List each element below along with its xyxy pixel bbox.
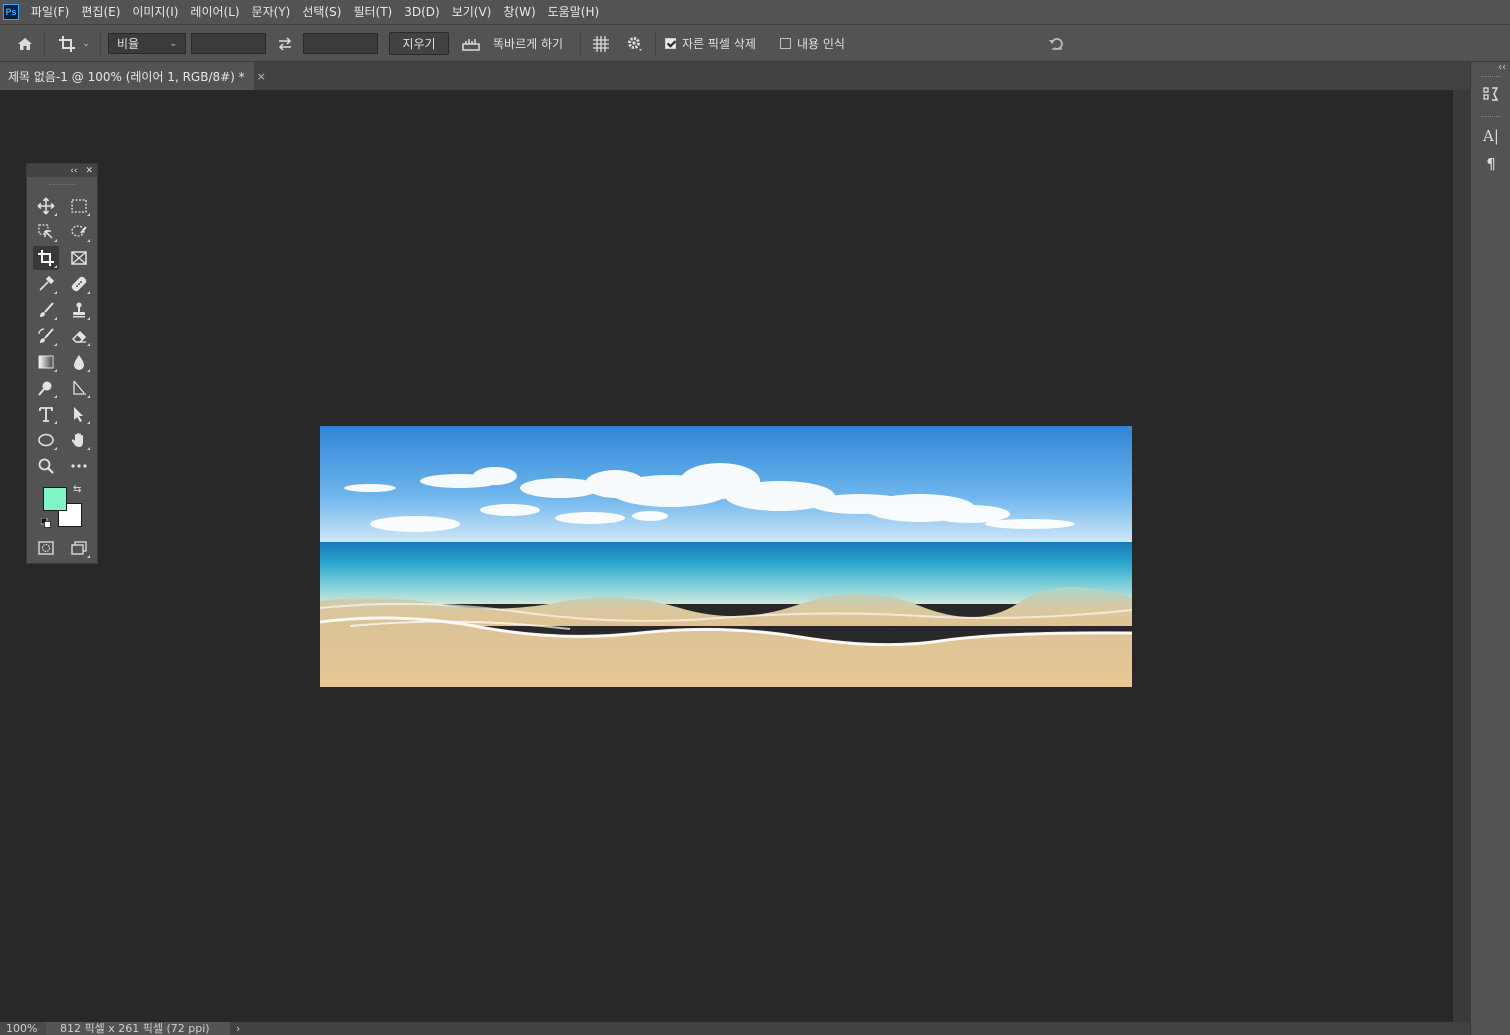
history-brush-tool-icon[interactable] (33, 324, 59, 348)
height-input[interactable] (303, 33, 378, 54)
hand-tool-icon[interactable] (66, 428, 92, 452)
status-bar: 100% 812 픽셀 x 261 픽셀 (72 ppi) › (0, 1022, 1470, 1035)
lasso-tool-icon[interactable] (66, 220, 92, 244)
photoshop-logo-icon: Ps (3, 4, 19, 20)
delete-cropped-pixels-label: 자른 픽셀 삭제 (682, 37, 756, 51)
content-aware-label: 내용 인식 (797, 37, 845, 51)
menu-window[interactable]: 창(W) (497, 0, 541, 24)
blur-tool-icon[interactable] (66, 350, 92, 374)
menu-help[interactable]: 도움말(H) (542, 0, 606, 24)
vertical-scrollbar[interactable] (1453, 90, 1470, 1022)
brush-tool-icon[interactable] (33, 298, 59, 322)
eyedropper-tool-icon[interactable] (33, 272, 59, 296)
collapse-tools-icon[interactable]: ‹‹ (70, 166, 77, 176)
more-tools-icon[interactable] (66, 454, 92, 478)
separator (44, 33, 45, 55)
ellipse-tool-icon[interactable] (33, 428, 59, 452)
menu-3d[interactable]: 3D(D) (398, 0, 445, 24)
panel-grip[interactable] (1481, 76, 1501, 79)
document-tab[interactable]: 제목 없음-1 @ 100% (레이어 1, RGB/8#) * × (0, 62, 266, 90)
path-selection-tool-icon[interactable] (66, 402, 92, 426)
checkbox-checked-icon[interactable] (665, 38, 676, 49)
chevron-right-icon[interactable]: › (230, 1022, 240, 1035)
eraser-tool-icon[interactable] (66, 324, 92, 348)
menu-layer[interactable]: 레이어(L) (184, 0, 245, 24)
close-icon[interactable]: × (257, 70, 266, 83)
delete-cropped-pixels-checkbox[interactable]: 자른 픽셀 삭제 (665, 25, 756, 62)
menu-bar: Ps 파일(F) 편집(E) 이미지(I) 레이어(L) 문자(Y) 선택(S)… (0, 0, 1510, 24)
pen-tool-icon[interactable] (66, 376, 92, 400)
clear-button[interactable]: 지우기 (389, 32, 449, 55)
menu-filter[interactable]: 필터(T) (347, 0, 398, 24)
chevron-down-icon: ⌄ (82, 38, 90, 49)
document-tab-bar: 제목 없음-1 @ 100% (레이어 1, RGB/8#) * × (0, 62, 1470, 90)
default-colors-icon[interactable] (40, 517, 51, 528)
checkbox-unchecked-icon[interactable] (780, 38, 791, 49)
width-input[interactable] (191, 33, 266, 54)
straighten-icon[interactable] (460, 25, 482, 62)
zoom-level[interactable]: 100% (0, 1022, 46, 1035)
menu-image[interactable]: 이미지(I) (126, 0, 184, 24)
gear-icon[interactable] (623, 25, 647, 62)
chevron-down-icon: ⌄ (169, 38, 177, 49)
foreground-color-swatch[interactable] (43, 487, 67, 511)
collapse-panels-icon[interactable]: ‹‹ (1498, 62, 1506, 73)
history-panel-icon[interactable] (1481, 84, 1501, 104)
tools-grip[interactable] (49, 179, 75, 185)
paragraph-panel-icon[interactable]: ¶ (1481, 154, 1501, 174)
type-tool-icon[interactable] (33, 402, 59, 426)
crop-tool-preset-icon[interactable]: ⌄ (54, 25, 94, 62)
separator (580, 33, 581, 55)
gradient-tool-icon[interactable] (33, 350, 59, 374)
swap-dimensions-icon[interactable] (272, 25, 298, 62)
menu-view[interactable]: 보기(V) (446, 0, 498, 24)
right-panel-dock: ‹‹ A| ¶ (1470, 62, 1510, 1035)
menu-edit[interactable]: 편집(E) (75, 0, 126, 24)
rectangular-marquee-tool-icon[interactable] (66, 194, 92, 218)
straighten-label[interactable]: 똑바르게 하기 (493, 25, 563, 62)
swap-colors-icon[interactable]: ⇆ (73, 484, 81, 495)
panel-grip[interactable] (1481, 116, 1501, 119)
object-selection-tool-icon[interactable] (33, 220, 59, 244)
reset-undo-icon[interactable] (1046, 25, 1068, 62)
menu-type[interactable]: 문자(Y) (246, 0, 297, 24)
document-info[interactable]: 812 픽셀 x 261 픽셀 (72 ppi) (46, 1022, 230, 1035)
dodge-tool-icon[interactable] (33, 376, 59, 400)
content-aware-checkbox[interactable]: 내용 인식 (780, 25, 845, 62)
overlay-grid-icon[interactable] (589, 25, 613, 62)
home-icon[interactable] (12, 25, 38, 62)
options-bar: ⌄ 비율 ⌄ 지우기 똑바르게 하기 자른 픽셀 삭제 내용 인식 (0, 24, 1510, 62)
crop-tool-icon[interactable] (33, 246, 59, 270)
quick-mask-icon[interactable] (33, 536, 59, 560)
character-panel-icon[interactable]: A| (1481, 126, 1501, 146)
separator (655, 33, 656, 55)
document-image-beach[interactable] (320, 426, 1132, 687)
separator (100, 33, 101, 55)
tools-panel: ‹‹ ✕ ⇆ (26, 163, 98, 564)
ratio-select[interactable]: 비율 ⌄ (108, 33, 186, 54)
healing-brush-tool-icon[interactable] (66, 272, 92, 296)
frame-tool-icon[interactable] (66, 246, 92, 270)
tools-panel-header[interactable]: ‹‹ ✕ (27, 164, 97, 177)
close-icon[interactable]: ✕ (85, 166, 93, 176)
menu-select[interactable]: 선택(S) (296, 0, 347, 24)
clone-stamp-tool-icon[interactable] (66, 298, 92, 322)
move-tool-icon[interactable] (33, 194, 59, 218)
ratio-select-label: 비율 (117, 37, 140, 51)
zoom-tool-icon[interactable] (33, 454, 59, 478)
document-tab-title: 제목 없음-1 @ 100% (레이어 1, RGB/8#) * (8, 69, 245, 84)
menu-file[interactable]: 파일(F) (25, 0, 75, 24)
screen-mode-icon[interactable] (66, 536, 92, 560)
